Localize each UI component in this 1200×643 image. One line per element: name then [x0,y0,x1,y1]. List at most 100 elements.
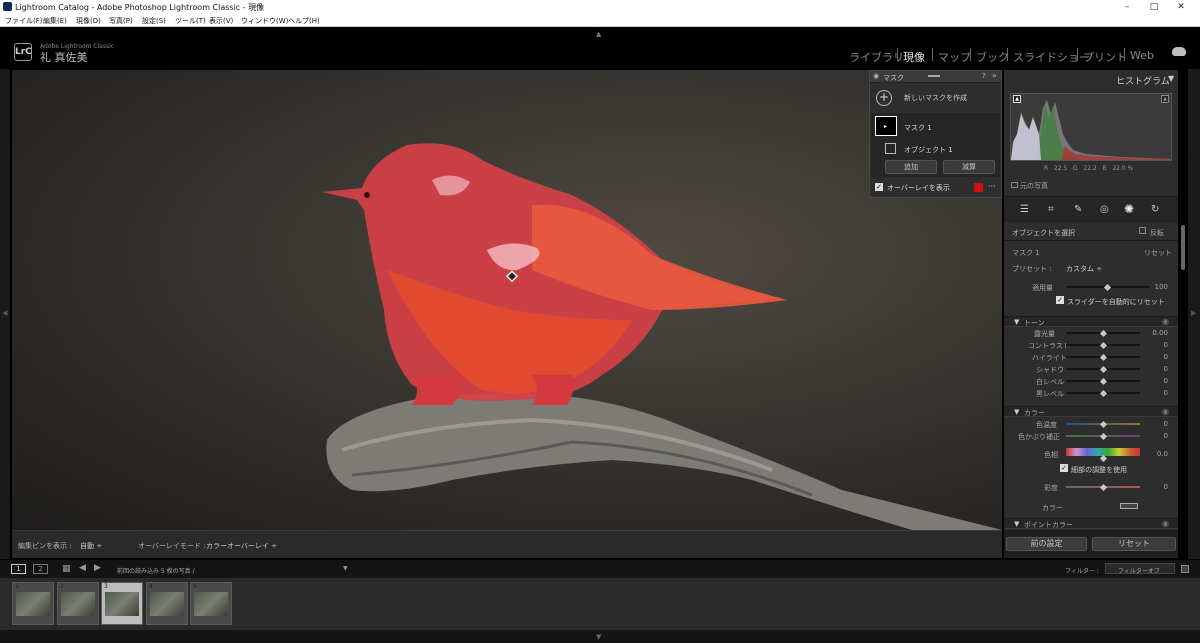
thumbnail[interactable]: 5 [190,582,232,625]
menu-settings[interactable]: 設定(S) [142,16,166,26]
color-visibility-icon[interactable]: ◉ [1162,407,1169,416]
hue-slider-knob[interactable] [1099,454,1108,463]
shadow-clip-icon[interactable]: ▲ [1013,95,1021,103]
mask-reset-link[interactable]: リセット [1144,248,1172,258]
mask-panel-header[interactable]: ◉ マスク ? » [870,71,1001,83]
color-collapse-icon[interactable]: ▼ [1014,408,1019,416]
menu-tools[interactable]: ツール(T) [175,16,206,26]
hue-value[interactable]: 0.0 [1148,450,1168,458]
overlay-label[interactable]: オーバーレイを表示 [887,183,950,193]
mask-icon[interactable]: ✺ [1124,202,1134,216]
point-color-collapse-icon[interactable]: ▼ [1014,520,1019,528]
menu-develop[interactable]: 現像(D) [76,16,101,26]
create-mask-label[interactable]: 新しいマスクを作成 [904,93,967,103]
module-map[interactable]: マップ [938,49,971,65]
shadows-value[interactable]: 0 [1148,365,1168,373]
more-icon[interactable]: ··· [988,182,996,191]
filter-lock-icon[interactable] [1181,565,1189,573]
mask-thumbnail[interactable]: ▸ [875,116,897,136]
menu-view[interactable]: 表示(V) [209,16,233,26]
tone-section-header[interactable]: ▼ トーン ◉ [1004,316,1178,327]
invert-checkbox[interactable] [1139,227,1146,234]
photo-preview[interactable] [12,70,1002,530]
left-panel-edge[interactable]: ◀ [0,69,10,559]
menu-file[interactable]: ファイル(F) [5,16,43,26]
original-photo-label[interactable]: 元の写真 [1020,181,1048,191]
previous-settings-button[interactable]: 前の設定 [1006,537,1087,551]
source-dropdown-icon[interactable]: ▼ [343,565,348,572]
histogram-title[interactable]: ヒストグラム [1116,74,1170,87]
crop-icon[interactable]: ⌗ [1048,204,1054,215]
module-print[interactable]: プリント [1083,49,1127,65]
temp-value[interactable]: 0 [1148,420,1168,428]
overlay-checkbox[interactable]: ✓ [875,183,883,191]
bottom-edge[interactable]: ▼ [0,630,1200,643]
right-panel-scrollbar[interactable] [1181,225,1185,270]
filmstrip-toggle-icon[interactable]: ▼ [596,633,601,641]
invert-label[interactable]: 反転 [1150,228,1164,238]
original-photo-icon[interactable] [1011,182,1018,188]
histogram-collapse-icon[interactable]: ▼ [1168,74,1174,83]
top-panel-toggle-icon[interactable]: ▲ [596,30,601,38]
eye-icon[interactable]: ◉ [873,72,879,80]
fine-adjust-checkbox[interactable]: ✓ [1060,464,1068,472]
add-button[interactable]: 追加 [885,160,937,174]
tint-value[interactable]: 0 [1148,432,1168,440]
menu-window[interactable]: ウィンドウ(W) [241,16,288,26]
right-panel-toggle-icon[interactable]: ▶ [1191,309,1196,317]
color-section-header[interactable]: ▼ カラー ◉ [1004,406,1178,417]
exposure-value[interactable]: 0.00 [1148,329,1168,337]
menu-help[interactable]: ヘルプ(H) [288,16,320,26]
overlay-color-swatch[interactable] [974,183,983,192]
color-swatch[interactable] [1120,503,1138,509]
add-mask-icon[interactable]: + [876,90,892,106]
module-book[interactable]: ブック [976,49,1009,65]
point-color-section-header[interactable]: ▼ ポイントカラー ◉ [1004,518,1178,529]
collapse-icon[interactable]: » [992,71,997,80]
module-slideshow[interactable]: スライドショー [1013,49,1090,65]
blacks-value[interactable]: 0 [1148,389,1168,397]
filter-dropdown[interactable]: フィルターオフ [1105,563,1175,575]
fine-adjust-label[interactable]: 細部の調整を使用 [1071,465,1127,475]
mask-name[interactable]: マスク 1 [904,123,932,133]
help-icon[interactable]: ? [982,72,986,80]
object-name[interactable]: オブジェクト 1 [904,145,953,155]
thumbnail[interactable]: 4 [146,582,188,625]
overlay-mode-dropdown[interactable]: カラーオーバーレイ ÷ [206,541,277,551]
highlights-value[interactable]: 0 [1148,353,1168,361]
module-web[interactable]: Web [1130,49,1154,62]
back-icon[interactable]: ◀ [79,563,86,573]
module-develop[interactable]: 現像 [903,49,925,65]
cloud-icon[interactable] [1172,47,1186,56]
tone-visibility-icon[interactable]: ◉ [1162,317,1169,326]
filmstrip-source[interactable]: 前回の読み込み 5 枚の写真 / [117,566,195,575]
grid-view-icon[interactable]: ▦ [62,564,71,574]
auto-reset-checkbox[interactable]: ✓ [1056,296,1064,304]
secondary-window-button[interactable]: 2 [33,564,48,574]
right-panel-edge[interactable]: ▶ [1188,69,1200,559]
left-panel-toggle-icon[interactable]: ◀ [2,309,7,317]
minimize-bar-icon[interactable] [928,75,940,77]
primary-window-button[interactable]: 1 [11,564,26,574]
amount-value[interactable]: 100 [1148,283,1168,291]
subtract-button[interactable]: 減算 [943,160,995,174]
thumbnail[interactable]: 2 [57,582,99,625]
menu-photo[interactable]: 写真(P) [109,16,133,26]
reset-icon[interactable]: ↻ [1151,204,1159,215]
thumbnail[interactable]: 1 [12,582,54,625]
menu-edit[interactable]: 編集(E) [43,16,67,26]
saturation-value[interactable]: 0 [1148,483,1168,491]
sliders-icon[interactable]: ☰ [1020,204,1029,215]
close-button[interactable]: ✕ [1168,0,1194,14]
highlight-clip-icon[interactable]: ▲ [1161,95,1169,103]
thumbnail-selected[interactable]: 3 [101,582,143,625]
contrast-value[interactable]: 0 [1148,341,1168,349]
minimize-button[interactable]: – [1114,0,1140,14]
heal-icon[interactable]: ✎ [1074,204,1082,215]
whites-value[interactable]: 0 [1148,377,1168,385]
redeye-icon[interactable]: ◎ [1100,204,1109,215]
forward-icon[interactable]: ▶ [94,563,101,573]
maximize-button[interactable]: □ [1141,0,1167,14]
auto-reset-label[interactable]: スライダーを自動的にリセット [1067,297,1165,307]
reset-button[interactable]: リセット [1092,537,1176,551]
